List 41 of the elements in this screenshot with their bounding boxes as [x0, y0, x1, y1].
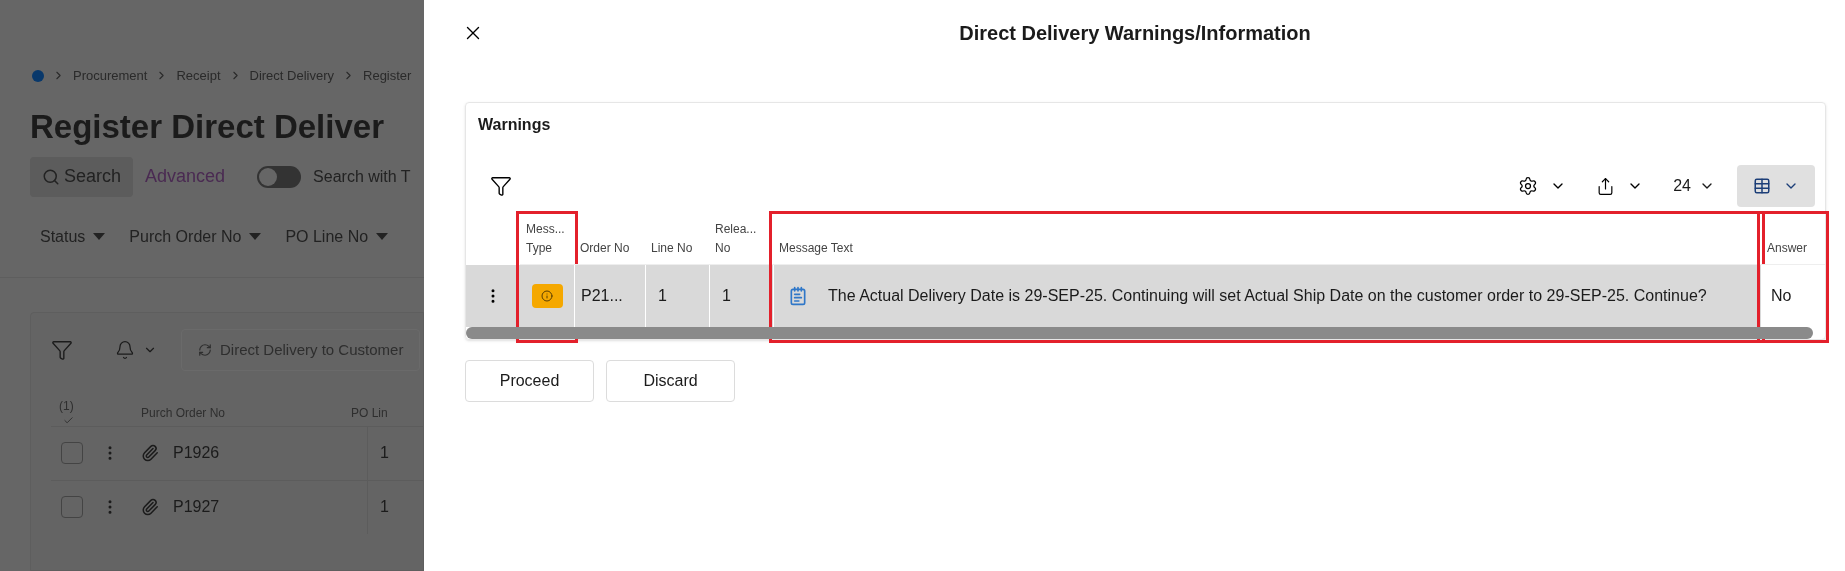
- filter-dropdown[interactable]: PO Line No: [285, 224, 389, 249]
- dialog-title: Direct Delivery Warnings/Information: [958, 21, 1312, 46]
- filter-dropdown[interactable]: Purch Order No: [129, 224, 262, 249]
- table-icon: [1753, 177, 1771, 195]
- breadcrumb-link[interactable]: Register: [363, 66, 412, 86]
- check-icon: [63, 414, 74, 426]
- view-dropdown[interactable]: [1737, 165, 1815, 207]
- page-title: Register Direct Deliver: [30, 106, 385, 147]
- section-title: Warnings: [477, 115, 552, 135]
- search-icon: [42, 167, 60, 186]
- settings-icon: [1518, 176, 1539, 196]
- page-size-dropdown[interactable]: 24: [1673, 174, 1715, 198]
- table-cell-text: 1: [657, 286, 667, 306]
- note-icon[interactable]: [788, 286, 808, 306]
- row-handle[interactable]: [466, 265, 520, 327]
- breadcrumb-link[interactable]: Procurement: [73, 66, 148, 86]
- dialog-button[interactable]: Proceed: [465, 360, 594, 402]
- table-cell-text: No: [1770, 286, 1792, 306]
- table-cell-text: P1927: [173, 497, 221, 518]
- row-checkbox[interactable]: [61, 442, 83, 465]
- paperclip-icon[interactable]: [141, 444, 159, 463]
- dialog-button[interactable]: Discard: [606, 360, 735, 402]
- search-button[interactable]: Search: [30, 156, 134, 197]
- message-text: The Actual Delivery Date is 29-SEP-25. Continuing will set Actual Ship Date on the customer order to 29-SEP-25. Continue?: [828, 286, 1707, 306]
- paperclip-icon[interactable]: [141, 498, 159, 517]
- row-checkbox[interactable]: [61, 496, 83, 519]
- table-cell-text: P1926: [173, 443, 221, 464]
- breadcrumb-link[interactable]: Direct Delivery: [249, 66, 334, 86]
- toggle-switch[interactable]: [257, 165, 302, 188]
- advanced-link[interactable]: Advanced: [145, 163, 226, 191]
- breadcrumb-link[interactable]: Receipt: [176, 66, 221, 86]
- scrollbar[interactable]: [466, 327, 1813, 339]
- refresh-icon: [198, 342, 212, 357]
- table-cell-text: 1: [721, 286, 731, 306]
- filter-icon[interactable]: [490, 175, 512, 197]
- table-cell-text: P21...: [580, 286, 623, 306]
- table-cell: 1: [367, 480, 389, 534]
- table-cell: 1: [367, 426, 389, 480]
- filter-dropdown[interactable]: Status: [40, 224, 106, 249]
- bell-icon[interactable]: [115, 339, 135, 360]
- toggle-label: Search with T: [313, 166, 411, 187]
